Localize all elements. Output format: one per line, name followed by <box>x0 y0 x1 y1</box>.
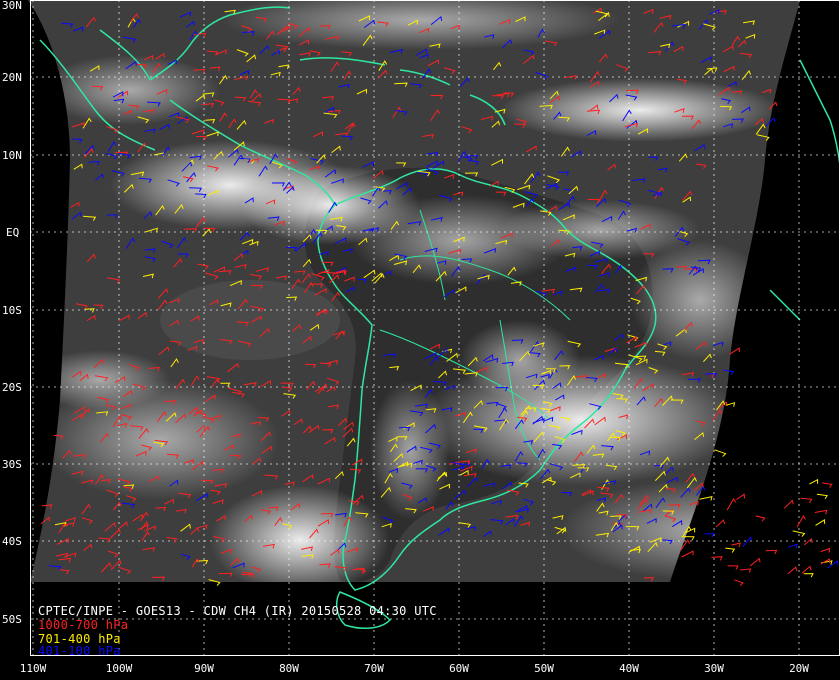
lon-label-110w: 110W <box>20 662 47 675</box>
lon-label-40w: 40W <box>619 662 639 675</box>
lat-label-30n: 30N <box>2 0 22 12</box>
lon-label-80w: 80W <box>279 662 299 675</box>
lon-label-90w: 90W <box>194 662 214 675</box>
legend-high-level: 401-100 hPa <box>38 644 121 655</box>
legend-low-level: 1000-700 hPa <box>38 618 129 632</box>
lon-label-30w: 30W <box>704 662 724 675</box>
lon-label-20w: 20W <box>789 662 809 675</box>
lon-label-70w: 70W <box>364 662 384 675</box>
map-title: CPTEC/INPE - GOES13 - CDW CH4 (IR) 20150… <box>38 604 437 618</box>
lat-label-30s: 30S <box>2 458 22 471</box>
lon-label-60w: 60W <box>449 662 469 675</box>
lat-label-20s: 20S <box>2 381 22 394</box>
lat-label-20n: 20N <box>2 71 22 84</box>
lat-label-50s: 50S <box>2 613 22 626</box>
satellite-wind-map: 30N 20N 10N EQ 10S 20S 30S 40S 50S 110W … <box>0 0 840 680</box>
lat-label-10s: 10S <box>2 304 22 317</box>
lat-label-10n: 10N <box>2 149 22 162</box>
lat-label-40s: 40S <box>2 535 22 548</box>
lat-label-eq: EQ <box>6 226 19 239</box>
lon-label-100w: 100W <box>106 662 133 675</box>
lon-label-50w: 50W <box>534 662 554 675</box>
